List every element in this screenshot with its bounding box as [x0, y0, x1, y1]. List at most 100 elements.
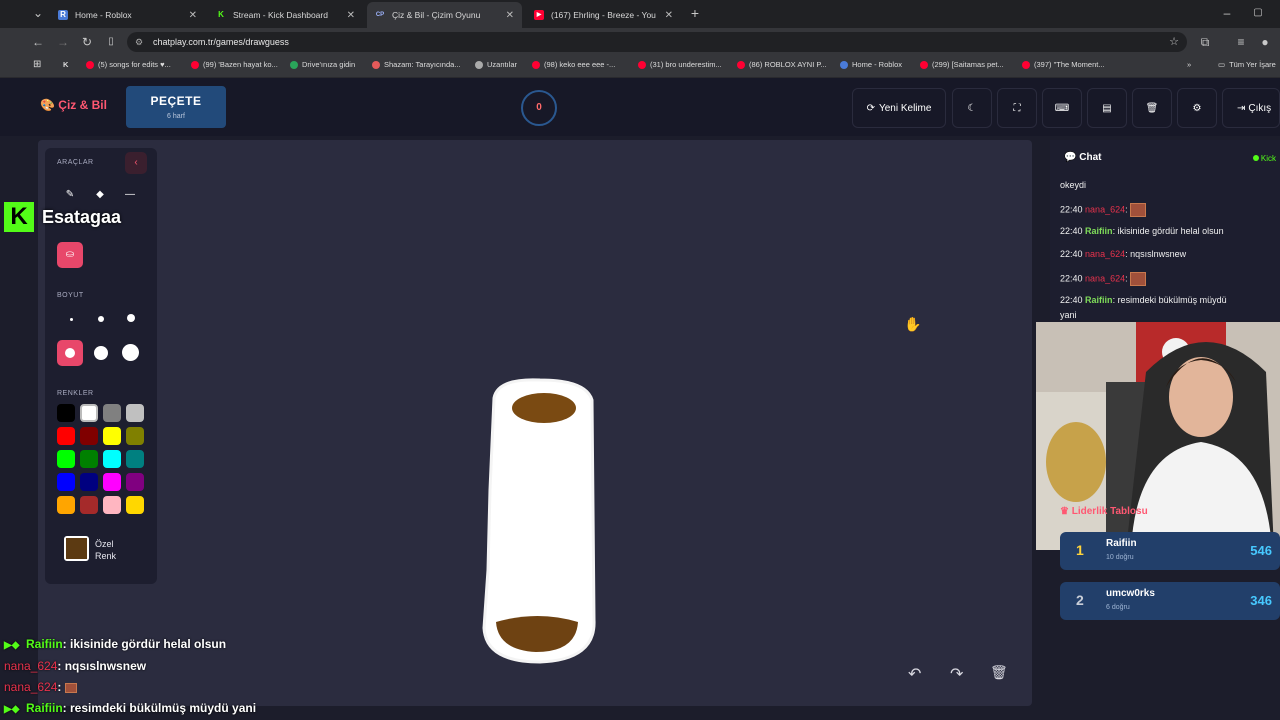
bookmark-label: (98) keko eee eee -...: [544, 60, 616, 69]
trash-button[interactable]: 🗑: [1132, 88, 1172, 128]
brush-size-4-selected[interactable]: [57, 340, 83, 366]
chat-message: 22:40 nana_624:: [1060, 272, 1147, 286]
brush-size-6[interactable]: [122, 344, 139, 361]
more-bookmarks-icon[interactable]: »: [1187, 60, 1191, 69]
message-text: :: [1125, 204, 1128, 215]
color-swatch[interactable]: [126, 427, 144, 445]
leaderboard-rank: 1: [1076, 542, 1084, 558]
color-swatch[interactable]: [126, 473, 144, 491]
bookmark-item[interactable]: Home - Roblox: [840, 60, 902, 69]
color-swatch[interactable]: [103, 473, 121, 491]
overlay-text: : ikisinide gördür helal olsun: [62, 637, 227, 651]
browser-address-bar: ← → ↻ ▯ ⚙ chatplay.com.tr/games/drawgues…: [0, 28, 1280, 56]
bookmark-item[interactable]: Drive'ınıza gidin: [290, 60, 355, 69]
minimize-icon[interactable]: –: [1219, 5, 1235, 21]
bookmark-k-icon[interactable]: K: [63, 60, 68, 69]
media-control-icon[interactable]: ≡: [1233, 34, 1249, 50]
color-swatch[interactable]: [103, 427, 121, 445]
bookmark-item[interactable]: (99) 'Bazen hayat ko...: [191, 60, 278, 69]
color-swatch[interactable]: [57, 496, 75, 514]
bookmark-item[interactable]: (299) [Saitamas pet...: [920, 60, 1004, 69]
profile-avatar-icon[interactable]: ●: [1257, 34, 1273, 50]
brush-size-1[interactable]: [70, 318, 73, 321]
color-swatch[interactable]: [126, 450, 144, 468]
clear-canvas-button[interactable]: 🗑: [990, 664, 1008, 681]
color-swatch[interactable]: [103, 496, 121, 514]
new-word-button[interactable]: ⟳ Yeni Kelime: [852, 88, 946, 128]
tab-roblox[interactable]: R Home - Roblox ✕: [50, 4, 205, 26]
drawing-canvas[interactable]: ✋ ↶ ↷ 🗑: [38, 140, 1032, 706]
collapse-panel-button[interactable]: ‹: [125, 152, 147, 174]
brush-size-3[interactable]: [127, 314, 135, 322]
color-swatch[interactable]: [126, 496, 144, 514]
url-field[interactable]: ⚙ chatplay.com.tr/games/drawguess ☆: [127, 32, 1187, 52]
split-view-icon[interactable]: ▯: [103, 34, 119, 50]
color-swatch[interactable]: [57, 450, 75, 468]
color-swatch[interactable]: [80, 450, 98, 468]
extensions-icon[interactable]: ⧉: [1197, 34, 1213, 50]
color-swatch[interactable]: [103, 450, 121, 468]
close-tab-icon[interactable]: ✕: [665, 10, 673, 21]
bookmark-star-icon[interactable]: ☆: [1169, 32, 1179, 52]
custom-color-swatch[interactable]: [64, 536, 89, 561]
chat-panel: 💬 Chat Kick okeydi 22:40 nana_624: 22:40…: [1050, 140, 1280, 320]
bookmark-item[interactable]: (86) ROBLOX AYNI P...: [737, 60, 827, 69]
tab-kick-dashboard[interactable]: K Stream - Kick Dashboard ✕: [208, 4, 363, 26]
bookmark-item[interactable]: (98) keko eee eee -...: [532, 60, 615, 69]
redo-button[interactable]: ↷: [950, 664, 963, 684]
color-swatch[interactable]: [126, 404, 144, 422]
chat-bubble-icon: 💬: [1064, 152, 1077, 163]
archive-button[interactable]: ▤: [1087, 88, 1127, 128]
close-tab-icon[interactable]: ✕: [347, 10, 355, 21]
bookmark-item[interactable]: (397) "The Moment...: [1022, 60, 1105, 69]
apps-grid-icon[interactable]: ⊞: [33, 59, 41, 70]
color-swatch[interactable]: [57, 427, 75, 445]
exit-button[interactable]: ⇥ Çıkış: [1222, 88, 1280, 128]
maximize-icon[interactable]: ▢: [1250, 5, 1266, 21]
tab-ciz-bil[interactable]: CP Çiz & Bil - Çizim Oyunu ✕: [367, 2, 522, 28]
custom-color-label[interactable]: Özel Renk: [95, 538, 116, 562]
tab-youtube[interactable]: ▶ (167) Ehrling - Breeze - You ✕: [526, 4, 681, 26]
close-tab-icon[interactable]: ✕: [189, 10, 197, 21]
roblox-favicon-icon: R: [58, 10, 68, 20]
colors-label: RENKLER: [57, 390, 94, 397]
bookmark-label: Uzantılar: [487, 60, 518, 69]
fill-bucket-tool-icon[interactable]: ⛀: [57, 242, 83, 268]
chat-message: 22:40 nana_624:: [1060, 203, 1147, 217]
fullscreen-icon: ⛶: [1013, 102, 1021, 114]
site-info-icon[interactable]: ⚙: [135, 32, 143, 52]
color-swatch[interactable]: [57, 473, 75, 491]
undo-button[interactable]: ↶: [908, 664, 921, 684]
bookmark-item[interactable]: (31) bro underestim...: [638, 60, 722, 69]
color-swatch[interactable]: [57, 404, 75, 422]
tab-list-icon[interactable]: ⌄: [30, 5, 46, 21]
forward-icon[interactable]: →: [55, 34, 71, 50]
bookmark-item[interactable]: Shazam: Tarayıcında...: [372, 60, 461, 69]
streamer-name: Esatagaa: [42, 206, 122, 227]
color-swatch[interactable]: [103, 404, 121, 422]
settings-button[interactable]: ⚙: [1177, 88, 1217, 128]
all-bookmarks-folder[interactable]: ▭ Tüm Yer İşare: [1218, 60, 1276, 69]
moon-icon: ☾: [967, 102, 977, 114]
close-tab-icon[interactable]: ✕: [506, 10, 514, 21]
message-text: : resimdeki bükülmüş müydü: [1112, 295, 1227, 305]
brush-size-2[interactable]: [98, 316, 104, 322]
back-icon[interactable]: ←: [30, 34, 46, 50]
message-text: : ikisinide gördür helal olsun: [1112, 226, 1224, 236]
new-tab-icon[interactable]: +: [687, 5, 703, 21]
archive-icon: ▤: [1102, 102, 1112, 114]
reload-icon[interactable]: ↻: [79, 34, 95, 50]
dark-mode-button[interactable]: ☾: [952, 88, 992, 128]
color-swatch[interactable]: [80, 473, 98, 491]
fullscreen-button[interactable]: ⛶: [997, 88, 1037, 128]
app-logo[interactable]: 🎨 Çiz & Bil: [40, 98, 107, 112]
color-swatch[interactable]: [80, 404, 98, 422]
bookmark-item[interactable]: (5) songs for edits ♥...: [86, 60, 171, 69]
logout-icon: ⇥: [1237, 102, 1246, 114]
color-swatch[interactable]: [80, 496, 98, 514]
color-swatch[interactable]: [80, 427, 98, 445]
overlay-text: : nqsıslnwsnew: [57, 659, 147, 673]
bookmark-item[interactable]: Uzantılar: [475, 60, 517, 69]
keyboard-button[interactable]: ⌨: [1042, 88, 1082, 128]
brush-size-5[interactable]: [94, 346, 108, 360]
